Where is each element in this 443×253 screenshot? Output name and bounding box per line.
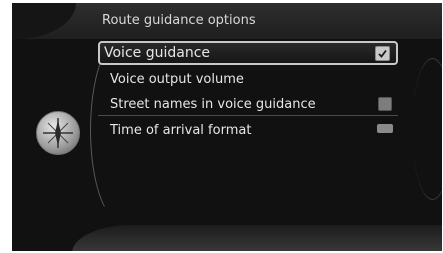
compass-icon[interactable] [36, 111, 80, 155]
format-badge-icon [377, 124, 393, 133]
infotainment-screen: Route guidance options Voice guidance Vo… [12, 3, 442, 251]
menu-item-label: Street names in voice guidance [110, 96, 316, 112]
menu-item-label: Voice guidance [104, 45, 211, 61]
route-guidance-menu: Voice guidance Voice output volume Stree… [98, 41, 398, 144]
menu-item-time-of-arrival-format[interactable]: Time of arrival format [98, 119, 398, 141]
footer-bar [72, 225, 442, 251]
checkbox-checked-icon[interactable] [375, 46, 390, 61]
menu-item-voice-guidance[interactable]: Voice guidance [98, 41, 398, 65]
menu-item-label: Time of arrival format [110, 122, 252, 138]
menu-item-label: Voice output volume [110, 71, 244, 87]
menu-item-street-names[interactable]: Street names in voice guidance [98, 93, 398, 116]
checkbox-unchecked-icon[interactable] [378, 97, 392, 111]
page-title: Route guidance options [102, 13, 256, 28]
menu-item-voice-output-volume[interactable]: Voice output volume [98, 68, 398, 90]
